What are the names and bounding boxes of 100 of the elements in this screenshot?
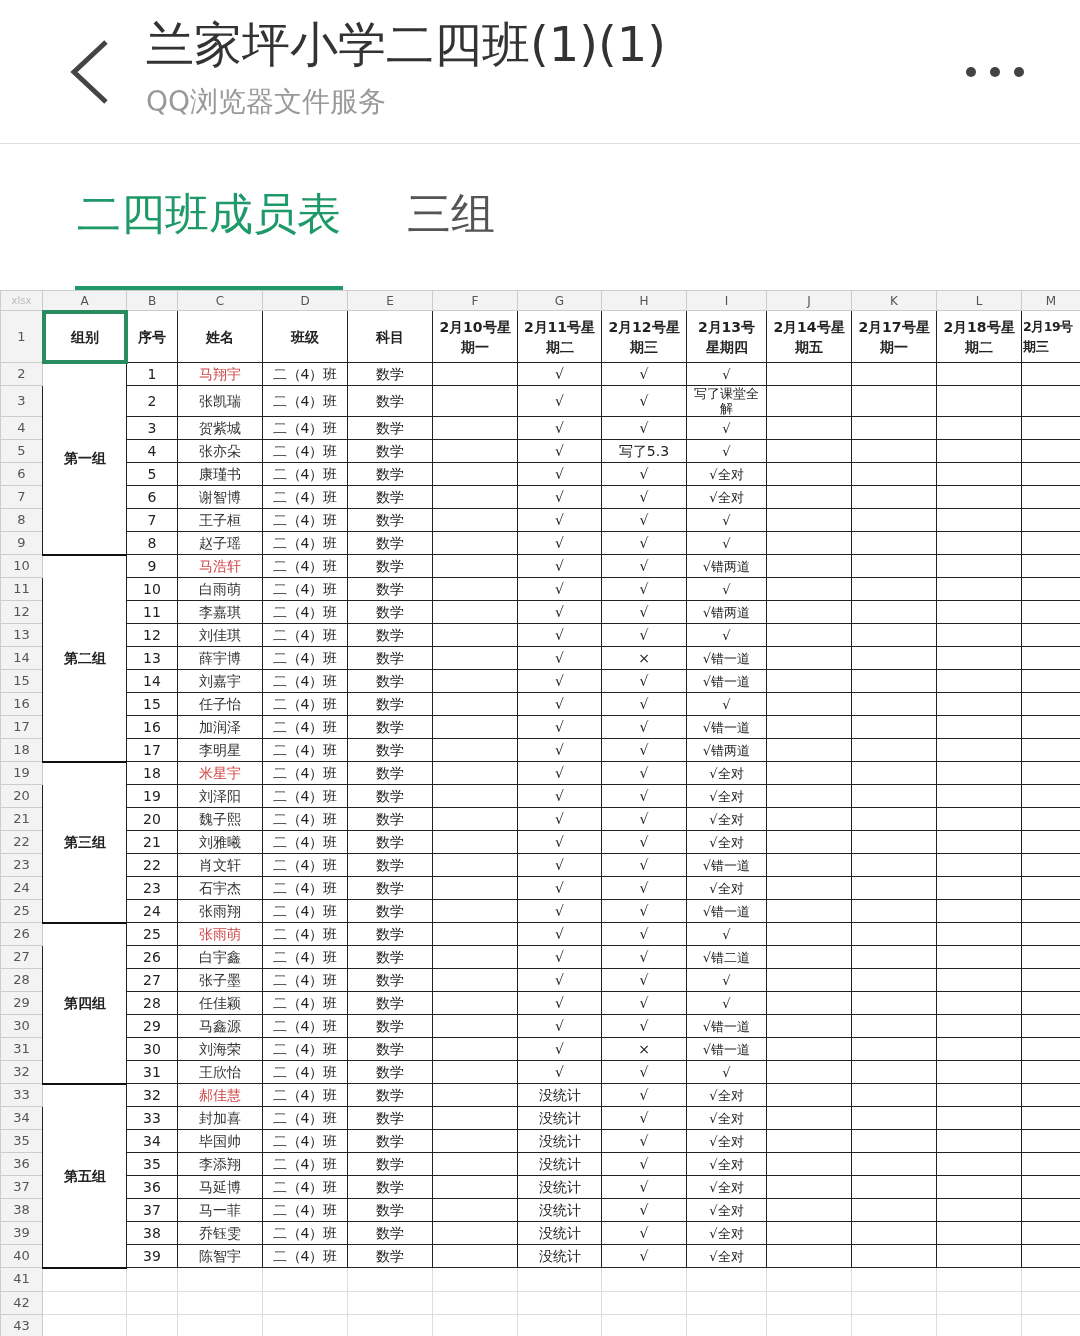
table-cell: 二（4）班	[272, 949, 338, 965]
table-cell: √错一道	[702, 720, 751, 735]
table-cell: √	[639, 1248, 649, 1264]
table-cell: √	[722, 996, 731, 1011]
table-cell: 没统计	[538, 1248, 581, 1264]
table-cell: 二（4）班	[272, 1225, 338, 1241]
table-cell: √	[555, 489, 564, 505]
group-label: 第四组	[63, 995, 106, 1011]
table-cell: 37	[143, 1202, 161, 1218]
table-cell: √	[555, 857, 564, 873]
table-cell: √错一道	[702, 904, 751, 919]
table-cell: √	[555, 581, 564, 597]
header-cell[interactable]: 科目	[347, 310, 433, 363]
column-letter: F	[471, 293, 479, 308]
student-name: 张雨萌	[199, 926, 241, 942]
row-number: 11	[13, 581, 30, 596]
table-cell: 数学	[376, 949, 404, 965]
table-cell: √	[555, 558, 564, 574]
table-cell: √全对	[709, 1157, 744, 1172]
row-number: 29	[13, 995, 30, 1010]
table-cell: 14	[143, 673, 161, 689]
header-cell[interactable]: 班级	[262, 310, 348, 363]
table-cell: 数学	[376, 742, 404, 758]
table-cell: 二（4）班	[272, 903, 338, 919]
row-number: 3	[17, 393, 26, 408]
table-cell: 数学	[376, 581, 404, 597]
student-name: 刘泽阳	[199, 788, 241, 804]
table-cell: 数学	[376, 1018, 404, 1034]
header-cell[interactable]: 2月11号星 期二	[517, 310, 602, 363]
column-letter: I	[724, 293, 729, 308]
row-number: 20	[13, 788, 30, 803]
table-cell: 3	[147, 420, 157, 436]
table-cell: √错一道	[702, 1042, 751, 1057]
table-cell: √	[639, 512, 649, 528]
header-cell[interactable]: 2月12号星 期三	[601, 310, 687, 363]
table-cell: √	[722, 697, 731, 712]
header-cell[interactable]: 组别	[42, 310, 127, 363]
column-letter: H	[639, 293, 649, 308]
table-cell: 二（4）班	[272, 880, 338, 896]
table-cell: 数学	[376, 926, 404, 942]
group-label: 第三组	[63, 834, 106, 850]
table-cell: 26	[143, 949, 161, 965]
column-letter: B	[147, 293, 157, 308]
table-cell: 没统计	[538, 1156, 581, 1172]
table-cell: √	[722, 444, 731, 459]
table-cell: √	[722, 513, 731, 528]
header-cell[interactable]: 2月13号 星期四	[686, 310, 767, 363]
table-cell: 1	[147, 366, 157, 382]
table-cell: 15	[143, 696, 161, 712]
row-number: 25	[13, 903, 30, 918]
student-name: 刘嘉宇	[199, 673, 241, 689]
table-cell: 39	[143, 1248, 161, 1264]
table-cell: 没统计	[538, 1133, 581, 1149]
table-cell: √	[639, 995, 649, 1011]
header-cell[interactable]: 姓名	[177, 310, 263, 363]
table-cell: √全对	[709, 766, 744, 781]
sheet-tab[interactable]: 三组	[405, 185, 497, 290]
table-cell: 5	[147, 466, 157, 482]
table-cell: 数学	[376, 466, 404, 482]
table-cell: 二（4）班	[272, 926, 338, 942]
header-cell[interactable]: 2月10号星 期一	[432, 310, 518, 363]
header-cell[interactable]: 2月18号星 期二	[936, 310, 1022, 363]
table-cell: 27	[143, 972, 161, 988]
student-name: 康瑾书	[199, 466, 241, 482]
table-cell: 35	[143, 1156, 161, 1172]
table-cell: √错一道	[702, 674, 751, 689]
table-cell: √	[555, 366, 564, 382]
table-cell: √	[639, 1156, 649, 1172]
table-cell: 二（4）班	[272, 765, 338, 781]
row-number: 21	[13, 811, 30, 826]
more-icon[interactable]	[965, 65, 1025, 78]
header-cell[interactable]: 2月17号星 期一	[851, 310, 937, 363]
table-cell: 数学	[376, 366, 404, 382]
table-cell: 二（4）班	[272, 1179, 338, 1195]
table-cell: 数学	[376, 719, 404, 735]
table-cell: √全对	[709, 1180, 744, 1195]
table-cell: √	[639, 420, 649, 436]
table-cell: 36	[143, 1179, 161, 1195]
table-cell: 38	[143, 1225, 161, 1241]
student-name: 张凯瑞	[199, 393, 241, 409]
table-cell: √	[639, 1110, 649, 1126]
column-letter: A	[80, 293, 89, 308]
table-cell: 二（4）班	[272, 742, 338, 758]
student-name: 马延博	[199, 1179, 241, 1195]
table-cell: 34	[143, 1133, 161, 1149]
back-icon[interactable]	[70, 39, 110, 104]
table-cell: 二（4）班	[272, 581, 338, 597]
column-letter: K	[890, 293, 898, 308]
table-cell: √错两道	[702, 559, 751, 574]
table-cell: 数学	[376, 627, 404, 643]
table-cell: 10	[143, 581, 161, 597]
table-cell: 二（4）班	[272, 627, 338, 643]
table-cell: √	[722, 1065, 731, 1080]
header-cell[interactable]: 2月14号星 期五	[766, 310, 852, 363]
table-cell: √	[555, 1064, 564, 1080]
header-cell[interactable]: 序号	[126, 310, 178, 363]
table-cell: √	[722, 421, 731, 436]
table-cell: 二（4）班	[272, 512, 338, 528]
table-cell: 30	[143, 1041, 161, 1057]
table-cell: √	[639, 466, 649, 482]
